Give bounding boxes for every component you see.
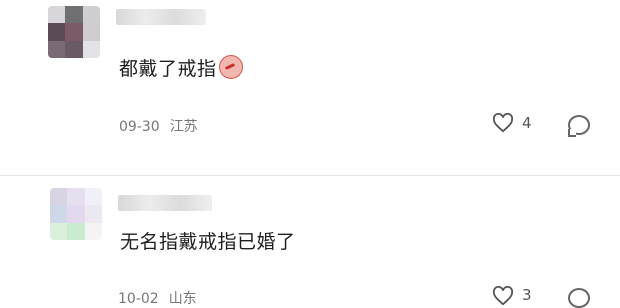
comment-location: 江苏	[169, 119, 198, 135]
heart-icon	[492, 286, 514, 306]
reply-bubble-icon[interactable]	[568, 288, 590, 308]
comment-date: 10-02	[118, 291, 159, 307]
comment-text: 无名指戴戒指已婚了	[120, 231, 296, 253]
shy-emoji-icon	[218, 55, 243, 79]
like-count: 3	[522, 286, 532, 304]
username-blurred[interactable]	[118, 195, 212, 211]
avatar[interactable]	[50, 188, 102, 240]
comment-meta: 10-02 山东	[118, 288, 197, 308]
like-button[interactable]: 4	[492, 113, 532, 133]
reply-bubble-icon[interactable]	[568, 115, 590, 137]
comment-item: 都戴了戒指 09-30 江苏 4	[0, 0, 620, 160]
username-blurred[interactable]	[116, 9, 206, 25]
comment-meta: 09-30 江苏	[119, 116, 198, 136]
like-button[interactable]: 3	[492, 286, 532, 306]
comment-item	[0, 176, 620, 297]
heart-icon	[492, 113, 514, 133]
like-count: 4	[522, 114, 532, 132]
comment-location: 山东	[168, 291, 197, 307]
comment-text-content: 都戴了戒指	[119, 58, 217, 80]
comment-text: 都戴了戒指	[119, 54, 243, 81]
comment-date: 09-30	[119, 119, 160, 135]
avatar[interactable]	[48, 6, 100, 58]
